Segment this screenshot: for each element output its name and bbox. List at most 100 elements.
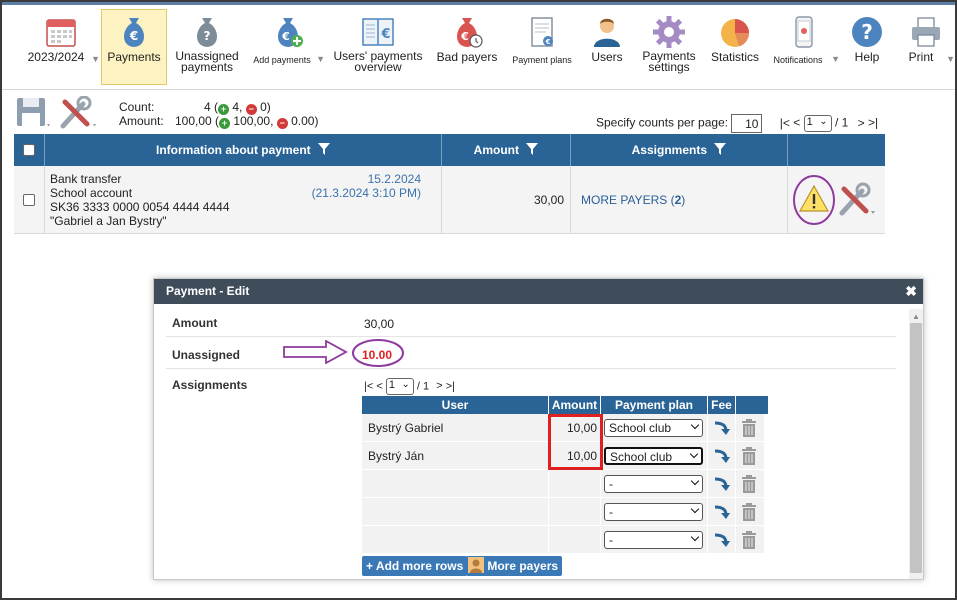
next-page-link[interactable]: >: [436, 380, 442, 392]
toolbar-unassigned-payments[interactable]: ? Unassigned payments: [170, 10, 244, 86]
fee-arrow-icon[interactable]: [713, 532, 731, 548]
payment-plan-value: School club: [610, 450, 673, 464]
trash-icon[interactable]: [741, 475, 757, 493]
toolbar-statistics-label: Statistics: [710, 50, 759, 64]
fee-arrow-icon[interactable]: [713, 504, 731, 520]
tools-button[interactable]: [57, 95, 97, 130]
filter-icon[interactable]: [714, 143, 727, 155]
toolbar-statistics[interactable]: Statistics: [706, 10, 764, 86]
toolbar-users[interactable]: Users: [582, 10, 632, 86]
toolbar-bad-payers-label: Bad payers: [436, 50, 498, 64]
payment-plan-select[interactable]: -: [604, 503, 703, 521]
chevron-down-icon: ⌄: [819, 116, 828, 127]
trash-icon[interactable]: [741, 447, 757, 465]
payments-table-header: Information about payment Amount Assignm…: [14, 134, 885, 166]
header-amount-label: Amount: [473, 143, 519, 157]
tools-icon: [60, 95, 96, 129]
toolbar-add-payments[interactable]: € Add payments ▼: [249, 10, 327, 86]
trash-icon[interactable]: [741, 531, 757, 549]
filter-icon[interactable]: [318, 143, 330, 155]
plus-icon: +: [219, 118, 231, 129]
payment-plan-select[interactable]: -: [604, 475, 703, 493]
toolbar-users-payments-overview[interactable]: € Users' payments overview: [330, 10, 426, 86]
assignment-amount-input[interactable]: [549, 526, 601, 554]
row-checkbox[interactable]: [23, 194, 35, 206]
dialog-scrollbar[interactable]: ▲: [909, 309, 923, 579]
assignment-plan-cell: -: [601, 526, 708, 554]
prev-page-link[interactable]: <: [376, 380, 382, 392]
header-amount[interactable]: Amount: [442, 134, 571, 166]
assignment-user[interactable]: [362, 498, 549, 526]
page-select[interactable]: 1 ⌄: [385, 378, 414, 395]
toolbar-unassigned-payments-label: Unassigned payments: [175, 49, 239, 74]
prev-page-link[interactable]: <: [793, 116, 800, 130]
trash-icon[interactable]: [741, 419, 757, 437]
toolbar-bad-payers[interactable]: € Bad payers: [432, 10, 502, 86]
svg-text:€: €: [380, 27, 390, 42]
toolbar-year[interactable]: 2023/2024 ▼: [20, 10, 102, 86]
toolbar-payments[interactable]: € Payments: [101, 9, 167, 85]
payment-plan-value: School club: [609, 421, 672, 435]
assignment-user[interactable]: [362, 526, 549, 554]
fee-arrow-icon[interactable]: [713, 448, 731, 464]
filter-icon[interactable]: [526, 143, 539, 155]
delete-cell: [736, 498, 764, 526]
scrollbar-thumb[interactable]: [910, 323, 922, 573]
next-page-link[interactable]: >: [858, 116, 865, 130]
toolbar-notifications[interactable]: Notifications ▼: [768, 10, 840, 86]
toolbar-help[interactable]: ? Help: [844, 10, 890, 86]
payment-plan-select[interactable]: School club: [604, 447, 703, 465]
payment-date: 15.2.2024: [367, 172, 421, 186]
fee-arrow-icon[interactable]: [713, 420, 731, 436]
payment-plan-select[interactable]: School club: [604, 419, 703, 437]
first-page-link[interactable]: |<: [364, 380, 373, 392]
assignment-amount-input[interactable]: [549, 470, 601, 498]
assignments-table-header: User Amount Payment plan Fee: [362, 396, 768, 414]
chevron-down-icon: [689, 449, 699, 459]
chevron-down-icon: ▼: [831, 54, 840, 64]
toolbar-users-payments-overview-label: Users' payments overview: [333, 49, 423, 74]
last-page-link[interactable]: >|: [446, 380, 455, 392]
select-all-checkbox[interactable]: [23, 144, 35, 156]
trash-icon[interactable]: [741, 503, 757, 521]
fee-arrow-icon[interactable]: [713, 476, 731, 492]
select-all-cell: [14, 134, 45, 166]
save-button[interactable]: [15, 96, 51, 130]
more-payers-link[interactable]: MORE PAYERS (2): [581, 193, 685, 207]
first-page-link[interactable]: |<: [780, 116, 790, 130]
last-page-link[interactable]: >|: [868, 116, 878, 130]
header-assignments[interactable]: Assignments: [571, 134, 788, 166]
page-select[interactable]: 1 ⌄: [803, 115, 832, 132]
fee-cell: [708, 526, 736, 554]
svg-text:?: ?: [861, 20, 873, 44]
chevron-down-icon: [690, 504, 700, 514]
close-icon[interactable]: ✖: [905, 279, 917, 304]
header-info[interactable]: Information about payment: [45, 134, 442, 166]
dialog-title: Payment - Edit: [166, 284, 250, 298]
table-row[interactable]: Bank transfer School account SK36 3333 0…: [14, 166, 885, 234]
payment-method: Bank transfer: [50, 172, 122, 186]
more-payers-button[interactable]: More payers: [466, 556, 563, 576]
header-assignments-label: Assignments: [631, 143, 707, 157]
toolbar-payments-settings[interactable]: Payments settings: [636, 10, 702, 86]
add-more-rows-button[interactable]: + Add more rows: [362, 556, 468, 576]
counts-per-page-input[interactable]: 10: [731, 114, 763, 133]
svg-text:?: ?: [204, 29, 211, 43]
pagination-bar: Specify counts per page: 10 |< < 1 ⌄ / 1 …: [596, 114, 878, 133]
page-select-value: 1: [806, 116, 813, 128]
gear-icon: [653, 16, 685, 48]
tools-icon[interactable]: [836, 182, 880, 218]
assignment-amount-input[interactable]: [549, 498, 601, 526]
warning-icon[interactable]: [792, 175, 836, 225]
scroll-up-icon[interactable]: ▲: [912, 312, 920, 321]
toolbar-print[interactable]: Print ▼: [897, 10, 955, 86]
assignment-user[interactable]: [362, 470, 549, 498]
payment-plan-select[interactable]: -: [604, 531, 703, 549]
toolbar-payments-label: Payments: [107, 50, 161, 64]
toolbar-users-label: Users: [591, 50, 623, 64]
toolbar-payment-plans[interactable]: € Payment plans: [507, 10, 577, 86]
calendar-icon: [46, 19, 76, 47]
assignments-field-label: Assignments: [172, 378, 248, 392]
assignment-user: Bystrý Ján: [362, 442, 549, 470]
fee-cell: [708, 442, 736, 470]
